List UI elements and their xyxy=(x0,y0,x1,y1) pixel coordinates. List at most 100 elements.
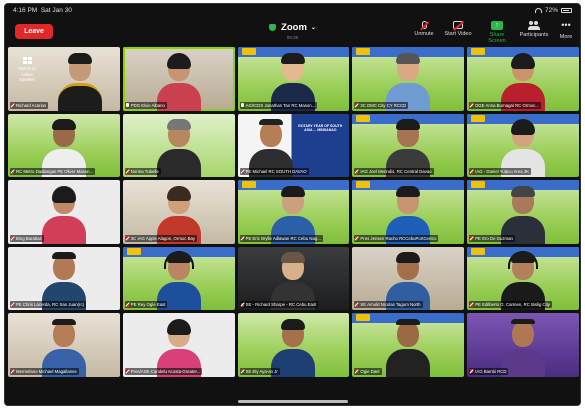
microphone-muted-icon xyxy=(240,236,244,241)
video-tile-active-speaker[interactable]: PDG Elvie Albano xyxy=(122,47,235,111)
participant-name: Norma Tubelle xyxy=(124,168,161,176)
participant-name: Pres Jensen Racho RCCebuPortCentro xyxy=(354,234,439,242)
participant-name: PE Edilberto G. Carmen, RC Bislig City xyxy=(469,301,552,309)
chevron-down-icon: ⌄ xyxy=(310,25,316,31)
participant-name-text: SE Arnold Nicolas Tagum North xyxy=(360,302,421,308)
rotary-logo xyxy=(471,247,486,255)
participant-name-text: DGE Anna Burnagal RC Ormoc... xyxy=(475,102,539,108)
participant-name-text: PE Chris Lacerda, RC San Juan(rc) xyxy=(16,302,85,308)
video-tile[interactable]: SE - Richard Sharpe - RC Cebu East xyxy=(237,246,350,311)
participant-name: PE Michael RC SOUTH DAVAO xyxy=(239,168,309,176)
rotary-logo xyxy=(241,48,256,55)
wifi-icon xyxy=(534,8,542,13)
microphone-muted-icon xyxy=(240,302,244,307)
microphone-muted-icon xyxy=(355,169,359,174)
video-tile[interactable]: Ogie Dael xyxy=(352,313,465,377)
participant-name-text: 3C DMC City CY RCCD xyxy=(360,102,407,108)
battery-icon xyxy=(561,8,572,13)
participant-name: PDG Elvie Albano xyxy=(124,101,167,109)
video-tile[interactable]: PE Ero De Guzman xyxy=(467,180,579,244)
participant-name: IAG Joel Merindis, RC Central Davao xyxy=(354,168,434,176)
video-tile[interactable]: SE Ely Aya-an Jr xyxy=(237,313,350,377)
status-time: 4:16 PM xyxy=(13,7,38,14)
video-tile[interactable]: PE Chris Lacerda, RC San Juan(rc) xyxy=(8,246,120,311)
participant-name: IAG - Daniel Yulpco Area 3K xyxy=(469,168,532,176)
status-date: Sat Jan 30 xyxy=(40,7,72,14)
participant-name-text: IAG Bambi RCD xyxy=(475,368,507,374)
participant-name: 3C DMC City CY RCCD xyxy=(354,101,409,109)
switch-active-speaker-button[interactable]: Switch to Active Speaker xyxy=(13,57,41,83)
video-tile[interactable]: ROTARY YEAR OF SOUTH ASIA ... MINDANAO P… xyxy=(237,113,350,178)
participant-name-text: Richard Acarias xyxy=(16,102,47,108)
rotary-logo xyxy=(471,48,486,55)
more-icon: ••• xyxy=(561,20,571,30)
home-indicator[interactable] xyxy=(237,400,348,403)
participant-name: PE Chris Lacerda, RC San Juan(rc) xyxy=(10,301,87,309)
participant-name-text: Ogie Dael xyxy=(360,368,380,374)
video-tile[interactable]: 3C IAG Apple Alagon, Ormoc Bay xyxy=(122,180,235,244)
participant-name-text: SE - Richard Sharpe - RC Cebu East xyxy=(245,302,317,308)
participants-icon xyxy=(528,21,540,30)
microphone-muted-icon xyxy=(470,236,474,241)
video-tile[interactable]: PE Rey Ogle East xyxy=(122,246,235,311)
ipad-screen: 4:16 PM Sat Jan 30 72% Leave Zoom ⌄ 00:36… xyxy=(4,3,581,406)
share-screen-button[interactable]: ↑ Share Screen xyxy=(481,21,513,44)
video-tile[interactable]: Bing Barabas xyxy=(8,180,120,244)
participant-name-text: RC Metro Dadiangas PE Oliver Mason... xyxy=(16,169,94,175)
gallery-grid: Switch to Active Speaker Richard Acarias… xyxy=(8,47,579,377)
unmute-button[interactable]: Unmute xyxy=(408,21,440,37)
participants-button[interactable]: Participants xyxy=(518,21,550,38)
microphone-muted-icon xyxy=(470,302,474,307)
microphone-muted-icon xyxy=(11,302,14,307)
participant-name-text: PE Rey Ogle East xyxy=(130,302,166,308)
speaker-view-icon xyxy=(22,57,32,64)
more-button[interactable]: ••• More xyxy=(550,20,580,41)
video-tile[interactable]: Pres/ASE-Candelu Acosta-Greater... xyxy=(122,313,235,377)
participant-name: PE Rey Ogle East xyxy=(124,301,168,309)
video-tile[interactable]: IAG - Daniel Yulpco Area 3K xyxy=(467,113,579,178)
video-tile[interactable]: Switch to Active Speaker Richard Acarias xyxy=(8,47,120,111)
video-tile[interactable]: AG/ICDS Jonathan Tan RC Mason... xyxy=(237,47,350,111)
microphone-muted-icon xyxy=(125,236,129,241)
video-tile[interactable]: Mermelano Michael Magallanes xyxy=(8,313,120,377)
more-label: More xyxy=(559,34,573,40)
participant-name-text: Mermelano Michael Magallanes xyxy=(16,368,77,374)
participant-video xyxy=(386,318,431,377)
microphone-muted-icon xyxy=(470,103,474,108)
video-tile[interactable]: PE Eric Brylle Adlawan RC Cebu Nag... xyxy=(237,180,350,244)
microphone-muted-icon xyxy=(470,369,474,374)
participant-name: PE Eric Brylle Adlawan RC Cebu Nag... xyxy=(239,234,323,242)
video-tile[interactable]: DGE Anna Burnagal RC Ormoc... xyxy=(467,47,579,111)
unmute-label: Unmute xyxy=(414,31,434,37)
start-video-label: Start Video xyxy=(444,31,472,37)
participant-name-text: Norma Tubelle xyxy=(130,169,159,175)
video-tile[interactable]: SE Arnold Nicolas Tagum North xyxy=(352,246,465,311)
status-time-date: 4:16 PM Sat Jan 30 xyxy=(13,7,72,14)
participant-name: AG/ICDS Jonathan Tan RC Mason... xyxy=(239,101,318,109)
rotary-logo xyxy=(356,181,371,189)
video-tile[interactable]: Norma Tubelle xyxy=(122,113,235,178)
microphone-muted-icon xyxy=(125,169,129,174)
video-tile[interactable]: IAG Joel Merindis, RC Central Davao xyxy=(352,113,465,178)
participant-name: SE Ely Aya-an Jr xyxy=(239,367,280,375)
microphone-muted-icon xyxy=(125,369,129,374)
switch-label-line1: Switch to xyxy=(18,66,36,71)
microphone-muted-icon xyxy=(421,21,427,29)
status-indicators: 72% xyxy=(534,7,572,14)
video-tile[interactable]: PE Edilberto G. Carmen, RC Bislig City xyxy=(467,246,579,311)
rotary-logo xyxy=(241,181,256,189)
share-screen-icon: ↑ xyxy=(491,21,503,30)
rotary-logo xyxy=(471,181,486,189)
participant-name: SE Arnold Nicolas Tagum North xyxy=(354,301,423,309)
start-video-button[interactable]: Start Video xyxy=(442,21,474,37)
video-tile[interactable]: IAG Bambi RCD xyxy=(467,313,579,377)
microphone-muted-icon xyxy=(11,169,14,174)
video-tile[interactable]: RC Metro Dadiangas PE Oliver Mason... xyxy=(8,113,120,178)
video-tile[interactable]: Pres Jensen Racho RCCebuPortCentro xyxy=(352,180,465,244)
microphone-muted-icon xyxy=(355,302,359,307)
participant-name-text: Pres Jensen Racho RCCebuPortCentro xyxy=(360,235,437,241)
video-tile[interactable]: 3C DMC City CY RCCD xyxy=(352,47,465,111)
participant-name: IAG Bambi RCD xyxy=(469,367,509,375)
participant-name-text: IAG - Daniel Yulpco Area 3K xyxy=(475,169,530,175)
microphone-muted-icon xyxy=(355,236,359,241)
